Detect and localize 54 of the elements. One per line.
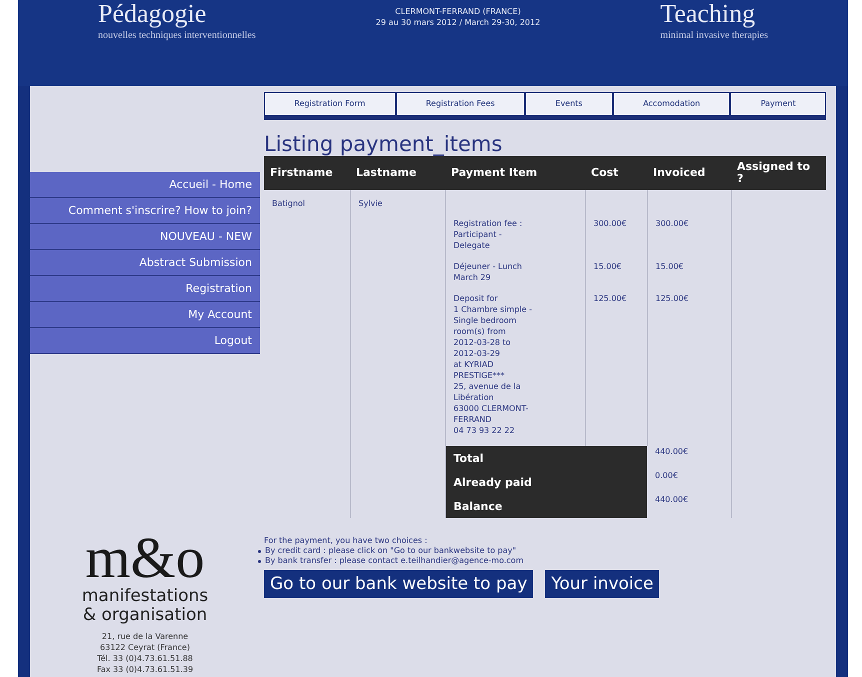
- table-cell: 0.00€: [647, 470, 731, 494]
- table-cell: 440.00€: [647, 446, 731, 470]
- total-label: Already paid: [445, 470, 647, 494]
- table-cell: 440.00€: [647, 494, 731, 518]
- column-header: Assigned to ?: [731, 156, 826, 190]
- table-cell: Registration fee : Participant - Delegate: [445, 218, 585, 261]
- banner-subtitle: nouvelles techniques interventionnelles: [98, 29, 256, 43]
- banner-title: Teaching: [660, 0, 756, 28]
- sidebar-item[interactable]: Abstract Submission: [30, 250, 260, 276]
- sidebar-item[interactable]: My Account: [30, 302, 260, 328]
- total-label: Balance: [445, 494, 647, 518]
- banner-text: CLERMONT-FERRAND (FRANCE): [395, 6, 521, 17]
- table-cell: Batignol: [264, 190, 350, 218]
- sidebar-item[interactable]: Registration: [30, 276, 260, 302]
- address-line: 63122 Ceyrat (France): [100, 642, 190, 653]
- address-line: 21, rue de la Varenne: [102, 631, 188, 642]
- sidebar-item[interactable]: NOUVEAU - NEW: [30, 224, 260, 250]
- table-cell: 300.00€: [585, 218, 647, 261]
- table-cell: Sylvie: [350, 190, 445, 218]
- payment-note: For the payment, you have two choices :: [264, 536, 428, 546]
- sidebar-item[interactable]: Accueil - Home: [30, 172, 260, 198]
- banner-subtitle: minimal invasive therapies: [660, 29, 768, 43]
- tab[interactable]: Events: [525, 92, 613, 116]
- table-cell: 15.00€: [585, 261, 647, 293]
- logo-mark: m&o: [85, 529, 205, 587]
- column-header: Lastname: [350, 156, 445, 190]
- tab[interactable]: Registration Fees: [396, 92, 526, 116]
- table-cell: 125.00€: [647, 293, 731, 446]
- payment-option: By credit card : please click on "Go to our bankwebsite to pay": [265, 546, 516, 556]
- address-line: Fax 33 (0)4.73.61.51.39: [96, 664, 194, 675]
- total-label: Total: [445, 446, 647, 470]
- tab[interactable]: Accomodation: [612, 92, 730, 116]
- sidebar-item[interactable]: Comment s'inscrire? How to join?: [30, 198, 260, 224]
- logo-name: manifestations: [82, 587, 208, 606]
- logo-name: & organisation: [82, 606, 208, 625]
- column-header: Firstname: [264, 156, 350, 190]
- bullet-icon: [258, 550, 261, 552]
- table-cell: 300.00€: [647, 218, 731, 261]
- banner-title: Pédagogie: [98, 0, 206, 28]
- column-header: Cost: [585, 156, 647, 190]
- action-button[interactable]: Go to our bank website to pay: [264, 570, 534, 598]
- table-cell: Déjeuner - Lunch March 29: [445, 261, 585, 293]
- sidebar-item[interactable]: Logout: [30, 328, 260, 354]
- page-title: Listing payment_items: [264, 132, 504, 156]
- action-button[interactable]: Your invoice: [545, 570, 660, 598]
- column-header: Payment Item: [445, 156, 585, 190]
- bullet-icon: [258, 560, 261, 562]
- payment-option: By bank transfer : please contact e.teilhandier@agence-mo.com: [265, 556, 524, 566]
- banner-text: 29 au 30 mars 2012 / March 29-30, 2012: [376, 17, 540, 28]
- tab[interactable]: Registration Form: [264, 92, 396, 116]
- tab[interactable]: Payment: [730, 92, 826, 116]
- address-line: Tél. 33 (0)4.73.61.51.88: [97, 653, 193, 664]
- table-cell: 15.00€: [647, 261, 731, 293]
- column-header: Invoiced: [647, 156, 731, 190]
